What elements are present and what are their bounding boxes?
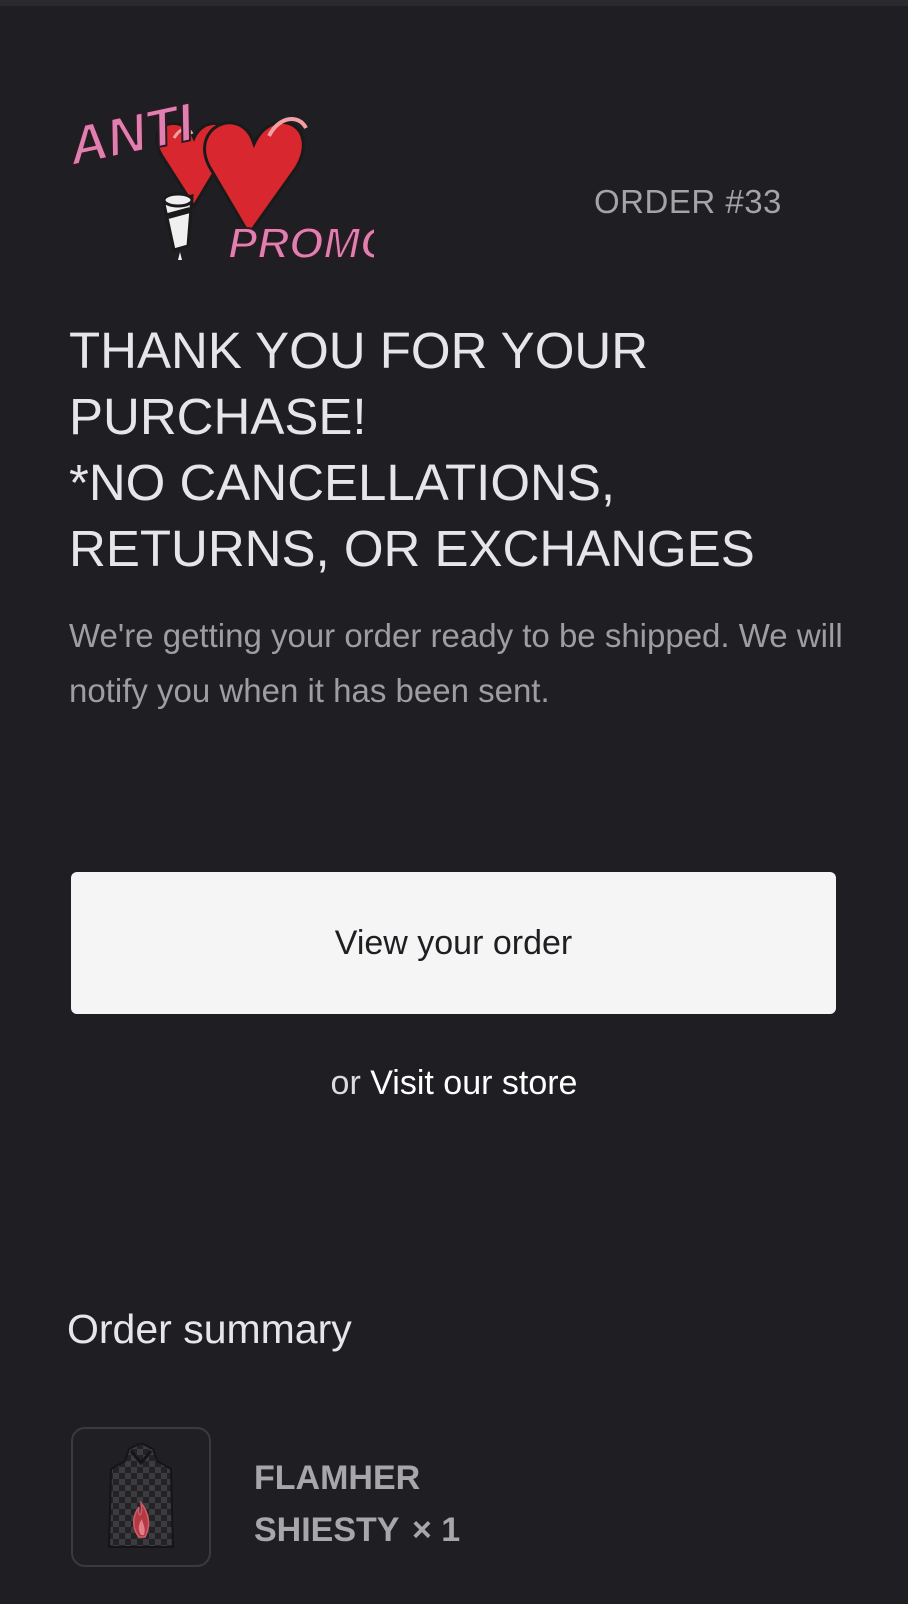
product-quantity: × 1 xyxy=(412,1511,461,1549)
product-thumbnail xyxy=(71,1427,211,1567)
visit-store-line: or Visit our store xyxy=(0,1064,908,1103)
view-order-button[interactable]: View your order xyxy=(71,872,836,1014)
top-edge-divider xyxy=(0,0,908,6)
logo-word-bottom: PROMO xyxy=(228,219,374,268)
order-summary-heading: Order summary xyxy=(67,1306,352,1352)
brand-logo: ANTI PROMO xyxy=(60,56,395,286)
order-confirmation-page: ANTI PROMO ORDER #33 THANK YOU FOR YOUR … xyxy=(0,0,908,1604)
checkered-hoodie-flame-image xyxy=(107,1443,175,1548)
thank-you-headline: THANK YOU FOR YOUR PURCHASE! *NO CANCELL… xyxy=(69,322,755,577)
order-number: ORDER #33 xyxy=(594,183,782,220)
anti-promo-logo-icon: ANTI PROMO xyxy=(60,91,395,269)
shipping-message: We're getting your order ready to be shi… xyxy=(69,617,843,709)
visit-store-link[interactable]: Visit our store xyxy=(370,1064,577,1102)
or-text: or xyxy=(330,1064,361,1102)
